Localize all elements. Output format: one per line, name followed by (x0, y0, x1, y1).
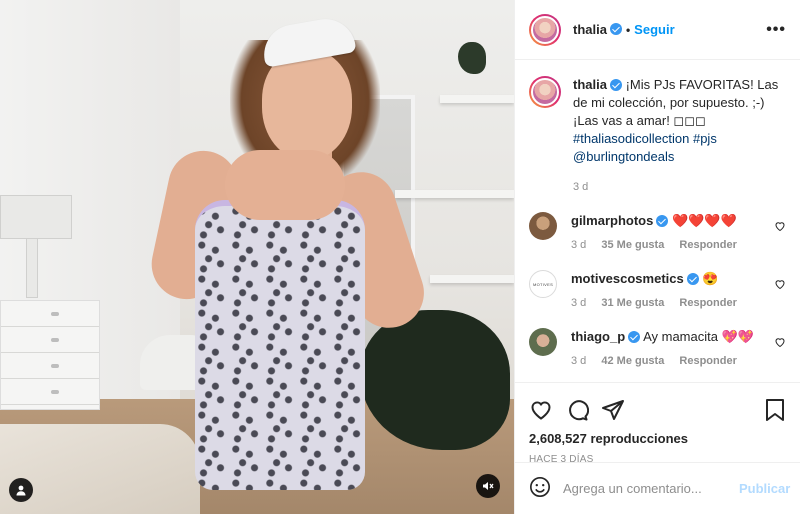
comment-item: MOTIVES motivescosmetics 😍 3 d 31 Me gus… (529, 270, 786, 312)
like-comment-heart-icon[interactable] (774, 336, 786, 351)
comment-time[interactable]: 3 d (571, 239, 586, 251)
person-leopard-romper (195, 200, 365, 490)
save-bookmark-icon[interactable] (764, 398, 786, 425)
caption-username[interactable]: thalia (573, 77, 607, 92)
follow-button[interactable]: Seguir (634, 22, 674, 37)
caption-hashtags[interactable]: #thaliasodicollection #pjs (573, 131, 717, 146)
comment-avatar[interactable]: MOTIVES (529, 270, 557, 298)
post-modal: thalia • Seguir ••• thalia ¡Mis PJs FAVO… (0, 0, 800, 514)
comment-item: thiago_p Ay mamacita 💖💖 3 d 42 Me gusta … (529, 328, 786, 370)
mute-icon[interactable] (476, 474, 500, 498)
separator-dot: • (625, 22, 631, 37)
comment-item: gilmarphotos ❤️❤️❤️❤️ 3 d 35 Me gusta Re… (529, 212, 786, 254)
reply-button[interactable]: Responder (679, 239, 736, 251)
background-lamp (0, 195, 72, 239)
like-comment-heart-icon[interactable] (774, 278, 786, 293)
view-count[interactable]: 2,608,527 reproducciones (529, 431, 786, 446)
comment-time[interactable]: 3 d (571, 297, 586, 309)
emoji-smiley-icon[interactable] (529, 476, 551, 501)
background-lamp-stand (26, 238, 38, 298)
comments-list[interactable]: thalia ¡Mis PJs FAVORITAS! Las de mi col… (515, 60, 800, 382)
comment-avatar[interactable] (529, 212, 557, 240)
comment-bubble-icon[interactable] (565, 398, 590, 425)
tagged-user-icon[interactable] (9, 478, 33, 502)
verified-badge-icon (656, 214, 669, 227)
verified-badge-icon (686, 272, 699, 285)
video-player[interactable] (0, 0, 514, 514)
verified-badge-icon (628, 330, 641, 343)
background-dresser (0, 300, 100, 410)
avatar-logo-text: MOTIVES (532, 281, 554, 287)
comment-time[interactable]: 3 d (571, 355, 586, 367)
reply-button[interactable]: Responder (679, 297, 736, 309)
comment-username[interactable]: motivescosmetics (571, 271, 684, 286)
background-shelf (395, 190, 514, 198)
post-header: thalia • Seguir ••• (515, 0, 800, 60)
background-shelf (430, 275, 514, 283)
caption-mention[interactable]: @burlingtondeals (573, 149, 674, 164)
add-comment-bar: Publicar (515, 462, 800, 514)
comment-username[interactable]: gilmarphotos (571, 213, 653, 228)
background-rug (0, 424, 200, 514)
comment-text: ❤️❤️❤️❤️ (671, 213, 737, 228)
post-details-panel: thalia • Seguir ••• thalia ¡Mis PJs FAVO… (514, 0, 800, 514)
background-plant (458, 42, 486, 74)
comment-avatar[interactable] (529, 328, 557, 356)
post-actions: 2,608,527 reproducciones HACE 3 DÍAS (515, 382, 800, 474)
comment-text: 😍 (702, 271, 719, 286)
comment-input[interactable] (563, 481, 739, 496)
reply-button[interactable]: Responder (679, 355, 736, 367)
caption-time[interactable]: 3 d (573, 181, 588, 193)
verified-badge-icon (609, 22, 622, 35)
like-heart-icon[interactable] (529, 398, 553, 425)
person-hands (225, 150, 345, 220)
avatar[interactable] (529, 13, 561, 46)
comment-likes[interactable]: 35 Me gusta (601, 239, 664, 251)
comment-likes[interactable]: 42 Me gusta (601, 355, 664, 367)
caption: thalia ¡Mis PJs FAVORITAS! Las de mi col… (529, 76, 786, 196)
background-shelf (440, 95, 514, 103)
comment-text: Ay mamacita 💖💖 (643, 329, 754, 344)
more-options-icon[interactable]: ••• (766, 21, 786, 39)
share-plane-icon[interactable] (601, 398, 625, 425)
verified-badge-icon (609, 78, 622, 91)
caption-avatar[interactable] (529, 76, 561, 108)
person-face (262, 50, 352, 160)
comment-username[interactable]: thiago_p (571, 329, 625, 344)
post-comment-button[interactable]: Publicar (739, 481, 790, 496)
header-username[interactable]: thalia (573, 22, 607, 37)
comment-likes[interactable]: 31 Me gusta (601, 297, 664, 309)
like-comment-heart-icon[interactable] (774, 220, 786, 235)
